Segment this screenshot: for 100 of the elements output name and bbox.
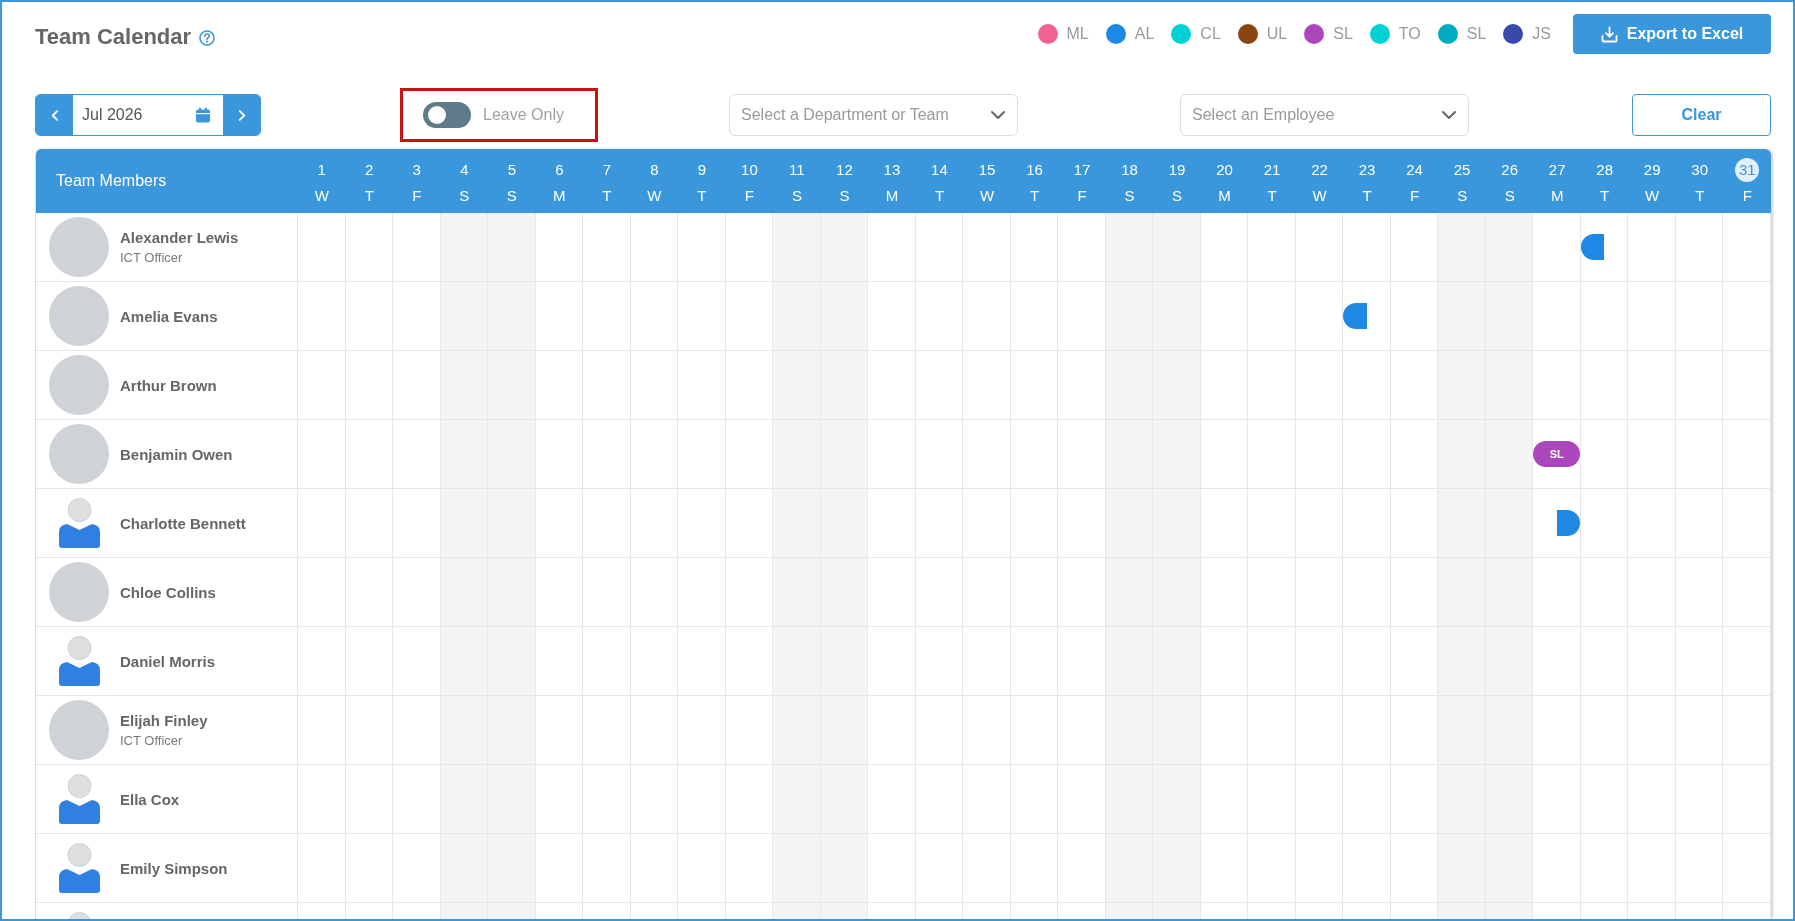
calendar-cell	[1248, 489, 1296, 558]
calendar-cell	[1010, 489, 1059, 558]
calendar-cell	[345, 627, 394, 696]
calendar-cell	[630, 558, 679, 627]
calendar-cell	[1105, 696, 1154, 765]
calendar-cell	[820, 489, 869, 558]
calendar-cell	[1058, 627, 1106, 696]
weekday-label: W	[1312, 186, 1327, 205]
day-number: 20	[1215, 159, 1234, 180]
department-select[interactable]: Select a Department or Team	[729, 94, 1018, 136]
calendar-cell	[1390, 213, 1439, 282]
calendar-cell	[1248, 282, 1296, 351]
calendar-cell	[1675, 627, 1724, 696]
calendar-cell	[725, 765, 774, 834]
employee-select[interactable]: Select an Employee	[1180, 94, 1469, 136]
calendar-cell	[488, 282, 536, 351]
member-name: Amelia Evans	[120, 307, 218, 325]
calendar-cell	[820, 558, 869, 627]
legend-label: JS	[1532, 25, 1551, 43]
calendar-cell	[868, 696, 916, 765]
calendar-cell	[725, 558, 774, 627]
download-icon	[1600, 25, 1618, 43]
calendar-cell	[678, 558, 726, 627]
calendar-cell	[488, 489, 536, 558]
calendar-cell	[488, 627, 536, 696]
calendar-cell	[1295, 558, 1344, 627]
calendar-cell	[1628, 420, 1676, 489]
day-number: 4	[459, 159, 470, 180]
calendar-cell	[915, 420, 964, 489]
calendar-cell	[1723, 420, 1771, 489]
calendar-cell	[678, 351, 726, 420]
day-number: 23	[1357, 159, 1377, 180]
calendar-cell	[1390, 765, 1439, 834]
weekday-label: S	[459, 186, 470, 205]
weekday-label: F	[744, 186, 754, 205]
calendar-cell	[678, 420, 726, 489]
calendar-cell	[1058, 351, 1106, 420]
calendar-cell	[1390, 558, 1439, 627]
export-button[interactable]: Export to Excel	[1573, 14, 1771, 54]
clear-button[interactable]: Clear	[1632, 94, 1771, 136]
calendar-cell	[820, 213, 869, 282]
calendar-cell	[963, 213, 1011, 282]
calendar-cell	[773, 282, 821, 351]
calendar-cell	[1723, 489, 1771, 558]
calendar-cell	[1105, 834, 1154, 903]
calendar-cell	[1105, 558, 1154, 627]
calendar-cell	[678, 282, 726, 351]
weekday-label: S	[506, 186, 517, 205]
calendar-cell	[1295, 627, 1344, 696]
calendar-cell	[345, 351, 394, 420]
day-number: 11	[788, 159, 806, 180]
calendar-cell	[535, 627, 584, 696]
calendar-cell	[583, 834, 631, 903]
weekday-label: S	[1172, 186, 1183, 205]
calendar-cell	[1058, 696, 1106, 765]
calendar-cell	[1628, 627, 1676, 696]
calendar-cell	[1010, 558, 1059, 627]
person-icon	[58, 636, 100, 686]
calendar-cell	[1438, 420, 1486, 489]
calendar-cell	[1248, 351, 1296, 420]
weekday-label: T	[1029, 186, 1040, 205]
toggle-label: Leave Only	[483, 106, 564, 124]
weekday-label: M	[1218, 186, 1231, 205]
help-icon[interactable]	[199, 30, 216, 46]
calendar-cell	[1343, 834, 1391, 903]
calendar-cell	[1675, 351, 1724, 420]
weekday-label: T	[602, 186, 612, 205]
calendar-cell	[1438, 489, 1486, 558]
day-number: 30	[1690, 159, 1710, 180]
weekday-label: T	[364, 186, 374, 205]
calendar-cell	[1628, 765, 1676, 834]
calendar-cell	[773, 696, 821, 765]
calendar-cell	[1343, 696, 1391, 765]
calendar-cell	[535, 696, 584, 765]
weekday-label: W	[1645, 186, 1660, 205]
person-icon	[58, 774, 100, 824]
calendar-cell	[393, 765, 441, 834]
legend-label: CL	[1200, 25, 1221, 43]
calendar-cell	[345, 282, 394, 351]
calendar-cell	[535, 420, 584, 489]
day-number: 2	[364, 159, 375, 180]
calendar-cell	[440, 696, 489, 765]
day-number: 7	[601, 159, 612, 180]
toggle-switch[interactable]	[423, 102, 471, 128]
calendar-cell	[1675, 765, 1724, 834]
day-number: 10	[740, 159, 759, 180]
weekday-label: S	[791, 186, 802, 205]
chevron-down-icon	[1442, 110, 1456, 120]
calendar-cell	[535, 765, 584, 834]
calendar-cell	[1485, 351, 1534, 420]
calendar-cell	[488, 696, 536, 765]
calendar-cell	[1580, 627, 1629, 696]
calendar-cell	[1343, 765, 1391, 834]
calendar-cell	[1533, 696, 1581, 765]
member-name: Arthur Brown	[120, 376, 217, 394]
calendar-cell	[1295, 834, 1344, 903]
photo-placeholder	[49, 700, 109, 760]
calendar-cell	[393, 834, 441, 903]
calendar-cell	[1105, 765, 1154, 834]
calendar-cell	[1295, 489, 1344, 558]
